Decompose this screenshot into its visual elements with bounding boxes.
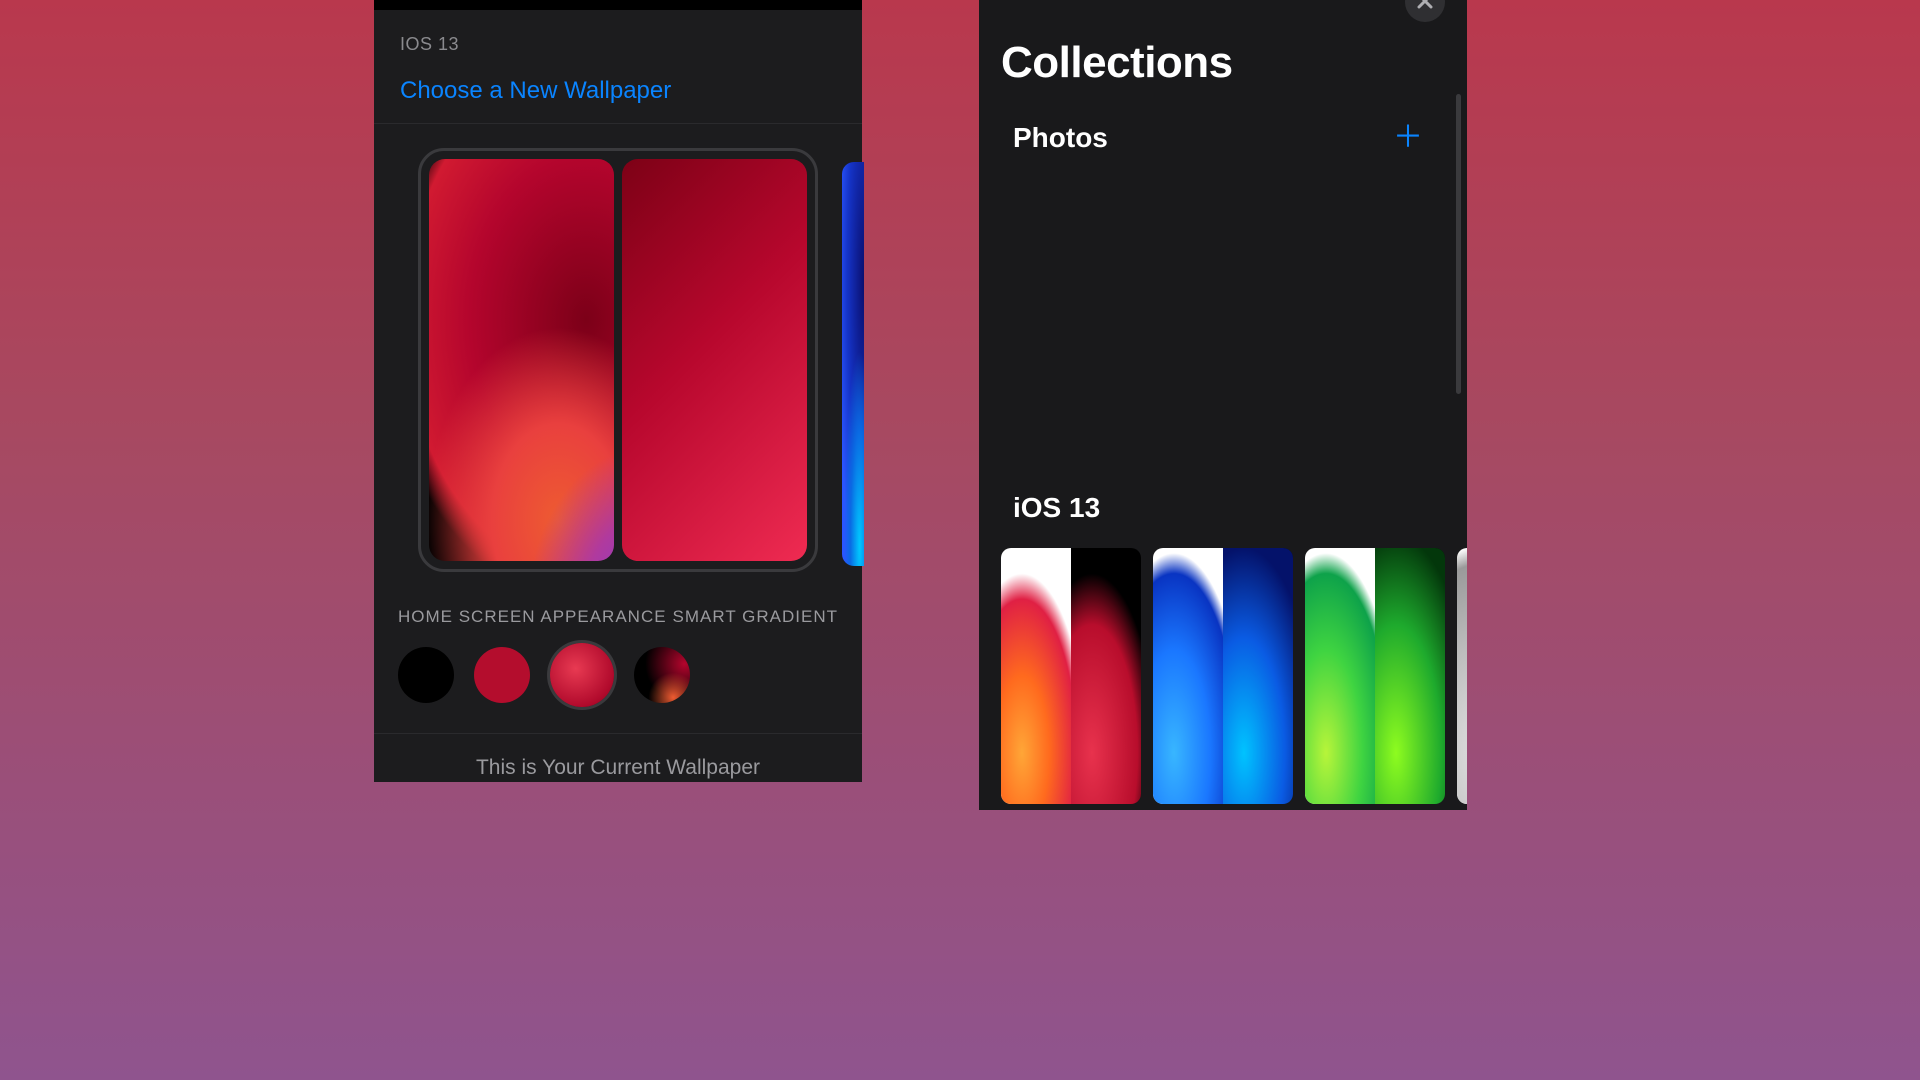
wallpaper-tile-grey[interactable] bbox=[1457, 548, 1467, 804]
homescreen-preview[interactable] bbox=[622, 159, 807, 561]
lockscreen-preview[interactable] bbox=[429, 159, 614, 561]
next-wallpaper-peek[interactable] bbox=[842, 162, 864, 566]
section-header-ios13: IOS 13 bbox=[374, 10, 862, 63]
settings-scroll-area: IOS 13 Choose a New Wallpaper HOME SCREE… bbox=[374, 10, 862, 782]
home-screen-appearance-label: HOME SCREEN APPEARANCE bbox=[398, 607, 667, 627]
appearance-swatch-row bbox=[374, 637, 862, 734]
current-wallpaper-label: This is Your Current Wallpaper bbox=[374, 734, 862, 780]
wallpaper-tile-green[interactable] bbox=[1305, 548, 1445, 804]
tile-dark-half bbox=[1223, 548, 1293, 804]
swatch-gradient-red[interactable] bbox=[550, 643, 614, 707]
stage: IOS 13 Choose a New Wallpaper HOME SCREE… bbox=[192, 0, 1728, 844]
swatch-solid-crimson[interactable] bbox=[474, 647, 530, 703]
tile-light-half bbox=[1001, 548, 1071, 804]
smart-gradient-label: SMART GRADIENT bbox=[673, 607, 838, 627]
swatch-smart-gradient[interactable] bbox=[634, 647, 690, 703]
close-icon bbox=[1417, 0, 1433, 15]
collections-title: Collections bbox=[979, 0, 1467, 88]
plus-icon: ＋ bbox=[1393, 121, 1423, 154]
collection-header-ios13: iOS 13 bbox=[979, 492, 1100, 538]
ios13-wallpaper-strip bbox=[1001, 548, 1467, 804]
photos-label: Photos bbox=[1013, 122, 1108, 154]
tile-dark-half bbox=[1375, 548, 1445, 804]
wallpaper-pair-preview[interactable] bbox=[418, 148, 818, 572]
add-photos-button[interactable]: ＋ bbox=[1393, 123, 1423, 153]
tile-dark-half bbox=[1071, 548, 1141, 804]
wallpaper-tile-blue[interactable] bbox=[1153, 548, 1293, 804]
appearance-header-row: HOME SCREEN APPEARANCE SMART GRADIENT bbox=[374, 572, 862, 637]
tile-light-half bbox=[1305, 548, 1375, 804]
collections-panel: Collections Photos ＋ iOS 13 bbox=[979, 0, 1467, 810]
wallpaper-tile-red[interactable] bbox=[1001, 548, 1141, 804]
tile-light-half bbox=[1457, 548, 1467, 804]
photos-row[interactable]: Photos ＋ bbox=[979, 88, 1467, 154]
swatch-solid-black[interactable] bbox=[398, 647, 454, 703]
settings-wallpaper-panel: IOS 13 Choose a New Wallpaper HOME SCREE… bbox=[374, 0, 862, 782]
choose-new-wallpaper-link[interactable]: Choose a New Wallpaper bbox=[374, 63, 862, 124]
tile-light-half bbox=[1153, 548, 1223, 804]
scroll-indicator[interactable] bbox=[1456, 94, 1461, 394]
